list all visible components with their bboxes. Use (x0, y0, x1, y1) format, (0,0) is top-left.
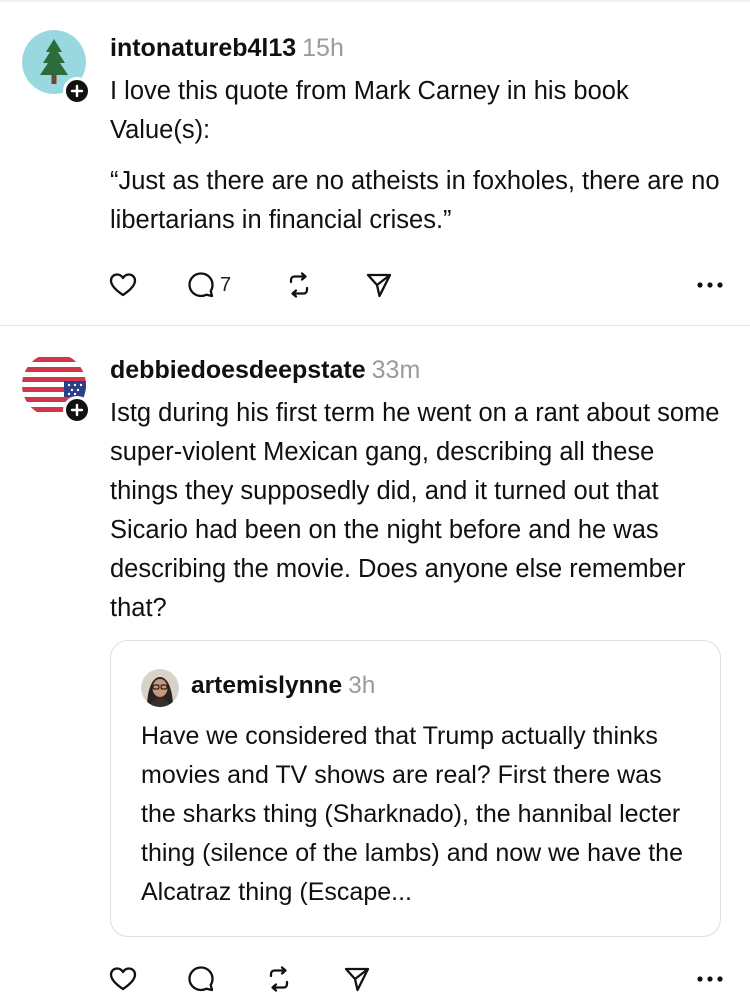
post-2: debbiedoesdeepstate 33m Istg during his f… (0, 0, 750, 1000)
post-header: debbiedoesdeepstate 33m (110, 355, 420, 385)
more-icon (697, 976, 723, 982)
quoted-text: Have we considered that Trump actually t… (141, 722, 683, 906)
timestamp: 3h (348, 672, 376, 699)
reply-button[interactable] (186, 962, 216, 996)
repost-button[interactable] (264, 962, 294, 996)
quoted-post[interactable]: artemislynne 3h Have we considered that T… (110, 640, 721, 937)
heart-icon (109, 967, 137, 991)
post-text: Istg during his first term he went on a … (110, 399, 720, 622)
comment-icon (188, 966, 214, 992)
timestamp: 33m (371, 356, 421, 384)
avatar (141, 669, 179, 707)
profile-photo-icon (141, 669, 179, 707)
share-button[interactable] (342, 962, 372, 996)
quoted-header: artemislynne 3h (191, 671, 375, 701)
like-button[interactable] (108, 962, 138, 996)
more-button[interactable] (692, 962, 728, 996)
post-actions (108, 962, 728, 996)
follow-plus-icon[interactable] (63, 396, 91, 424)
share-icon (344, 967, 370, 992)
username[interactable]: debbiedoesdeepstate (110, 356, 366, 384)
repost-icon (269, 966, 289, 992)
username[interactable]: artemislynne (191, 672, 342, 699)
